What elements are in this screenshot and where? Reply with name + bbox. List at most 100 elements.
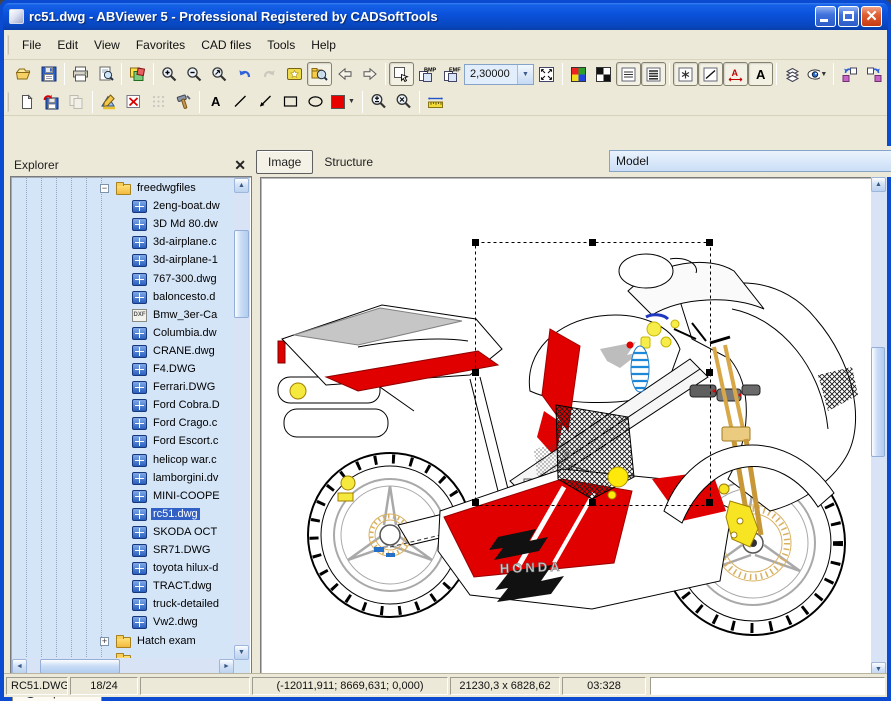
tree-item-columbia-dw[interactable]: Columbia.dw: [12, 325, 234, 343]
toolbar2-grip[interactable]: [6, 92, 9, 112]
show-texts-button[interactable]: A: [748, 62, 773, 86]
canvas-vscrollbar[interactable]: ▲ ▼: [871, 177, 887, 677]
tree-item-baloncesto-d[interactable]: baloncesto.d: [12, 289, 234, 307]
menu-file[interactable]: File: [14, 35, 49, 55]
tree-item-3d-airplane-c[interactable]: 3d-airplane.c: [12, 234, 234, 252]
menu-help[interactable]: Help: [303, 35, 344, 55]
menu-edit[interactable]: Edit: [49, 35, 86, 55]
zoom-scale-button[interactable]: [366, 90, 391, 114]
visibility-dropdown-icon[interactable]: ▼: [820, 63, 828, 85]
open-button[interactable]: [11, 62, 36, 86]
menu-favorites[interactable]: Favorites: [128, 35, 193, 55]
scale-combobox[interactable]: 2,30000 ▼: [464, 64, 534, 85]
blackwhite-mode-button[interactable]: [591, 62, 616, 86]
save-button[interactable]: [36, 62, 61, 86]
copy-button[interactable]: [64, 90, 89, 114]
tree-scroll-left-icon[interactable]: ◄: [12, 659, 27, 674]
rotate-right-button[interactable]: [862, 62, 887, 86]
grid-button[interactable]: [146, 90, 171, 114]
gallery-button[interactable]: [282, 62, 307, 86]
copy-special-button[interactable]: [125, 62, 150, 86]
tree-item-ferrari-dwg[interactable]: Ferrari.DWG: [12, 379, 234, 397]
tree-item-helicop-war-c[interactable]: helicop war.c: [12, 452, 234, 470]
layout-combobox[interactable]: Model ▼: [609, 150, 891, 172]
ellipse-tool-button[interactable]: [303, 90, 328, 114]
tree-item-3d-airplane-1[interactable]: 3d-airplane-1: [12, 252, 234, 270]
menu-tools[interactable]: Tools: [259, 35, 303, 55]
line-tool-button[interactable]: [228, 90, 253, 114]
close-button[interactable]: ✕: [861, 6, 882, 27]
copy-emf-button[interactable]: EMF: [439, 62, 464, 86]
maximize-button[interactable]: [838, 6, 859, 27]
next-file-button[interactable]: [357, 62, 382, 86]
delete-button[interactable]: [121, 90, 146, 114]
visibility-button[interactable]: ▼: [805, 62, 830, 86]
zoom-previous-button[interactable]: [207, 62, 232, 86]
menu-grip[interactable]: [6, 35, 9, 55]
redo-button[interactable]: [257, 62, 282, 86]
print-preview-button[interactable]: [93, 62, 118, 86]
tree-item-ford-escort-c[interactable]: Ford Escort.c: [12, 433, 234, 451]
settings-button[interactable]: [171, 90, 196, 114]
collapse-box-icon[interactable]: −: [100, 184, 109, 193]
rotate-left-button[interactable]: [837, 62, 862, 86]
print-button[interactable]: [68, 62, 93, 86]
rectangle-tool-button[interactable]: [278, 90, 303, 114]
tree-item-rc51-dwg[interactable]: rc51.dwg: [12, 506, 234, 524]
canvas-scroll-up-icon[interactable]: ▲: [871, 177, 886, 192]
edit-drawing-button[interactable]: [96, 90, 121, 114]
line-list-button[interactable]: [616, 62, 641, 86]
expand-box-icon[interactable]: +: [100, 637, 109, 646]
text-tool-button[interactable]: A: [203, 90, 228, 114]
menu-cad-files[interactable]: CAD files: [193, 35, 259, 55]
scale-dropdown-icon[interactable]: ▼: [517, 65, 533, 84]
tree-item-lamborgini-dv[interactable]: lamborgini.dv: [12, 470, 234, 488]
explorer-toggle-button[interactable]: [307, 62, 332, 86]
tree-item-vw2-dwg[interactable]: Vw2.dwg: [12, 614, 234, 632]
show-points-button[interactable]: [673, 62, 698, 86]
explorer-close-icon[interactable]: ✕: [234, 158, 246, 172]
drawing-canvas[interactable]: HONDA: [262, 179, 873, 675]
color-swatch-button[interactable]: ▼: [328, 90, 359, 114]
previous-file-button[interactable]: [332, 62, 357, 86]
undo-button[interactable]: [232, 62, 257, 86]
tree-item-3d-md-80-dw[interactable]: 3D Md 80.dw: [12, 216, 234, 234]
fit-to-window-button[interactable]: [534, 62, 559, 86]
canvas-vscroll-thumb[interactable]: [871, 347, 885, 457]
tab-image[interactable]: Image: [256, 150, 313, 174]
zoom-out-button[interactable]: [182, 62, 207, 86]
minimize-button[interactable]: [815, 6, 836, 27]
tree-item-ford-crago-c[interactable]: Ford Crago.c: [12, 415, 234, 433]
tree-vscroll-thumb[interactable]: [234, 230, 249, 318]
tree-item-tract-dwg[interactable]: TRACT.dwg: [12, 578, 234, 596]
save-drawing-button[interactable]: [39, 90, 64, 114]
measure-button[interactable]: [423, 90, 448, 114]
select-mode-button[interactable]: [389, 62, 414, 86]
layers-button[interactable]: [780, 62, 805, 86]
tree-item-ford-cobra-d[interactable]: Ford Cobra.D: [12, 397, 234, 415]
tab-structure[interactable]: Structure: [313, 151, 384, 173]
dense-list-button[interactable]: [641, 62, 666, 86]
tree-item-freedwgfiles[interactable]: −freedwgfiles: [12, 180, 234, 198]
tree-item-bmw-3er-ca[interactable]: DXFBmw_3er-Ca: [12, 307, 234, 325]
new-button[interactable]: [14, 90, 39, 114]
tree-vscrollbar[interactable]: ▲ ▼: [233, 178, 250, 660]
tree-item-hatch-exam[interactable]: +Hatch exam: [12, 633, 234, 651]
zoom-actual-button[interactable]: [391, 90, 416, 114]
tree-scroll-up-icon[interactable]: ▲: [234, 178, 249, 193]
tree-scroll-down-icon[interactable]: ▼: [234, 645, 249, 660]
arrow-tool-button[interactable]: [253, 90, 278, 114]
copy-bmp-button[interactable]: BMP: [414, 62, 439, 86]
tree-item-sr71-dwg[interactable]: SR71.DWG: [12, 542, 234, 560]
tree-item-crane-dwg[interactable]: CRANE.dwg: [12, 343, 234, 361]
tree-item-toyota-hilux-d[interactable]: toyota hilux-d: [12, 560, 234, 578]
tree-item-2eng-boat-dw[interactable]: 2eng-boat.dw: [12, 198, 234, 216]
tree-item-truck-detailed[interactable]: truck-detailed: [12, 596, 234, 614]
show-lines-button[interactable]: [698, 62, 723, 86]
color-mode-button[interactable]: [566, 62, 591, 86]
tree-item-767-300-dwg[interactable]: 767-300.dwg: [12, 271, 234, 289]
tree-hscroll-thumb[interactable]: [40, 659, 120, 674]
tree-item-skoda-oct[interactable]: SKODA OCT: [12, 524, 234, 542]
tree-item-f4-dwg[interactable]: F4.DWG: [12, 361, 234, 379]
tree-scroll-right-icon[interactable]: ►: [219, 659, 234, 674]
